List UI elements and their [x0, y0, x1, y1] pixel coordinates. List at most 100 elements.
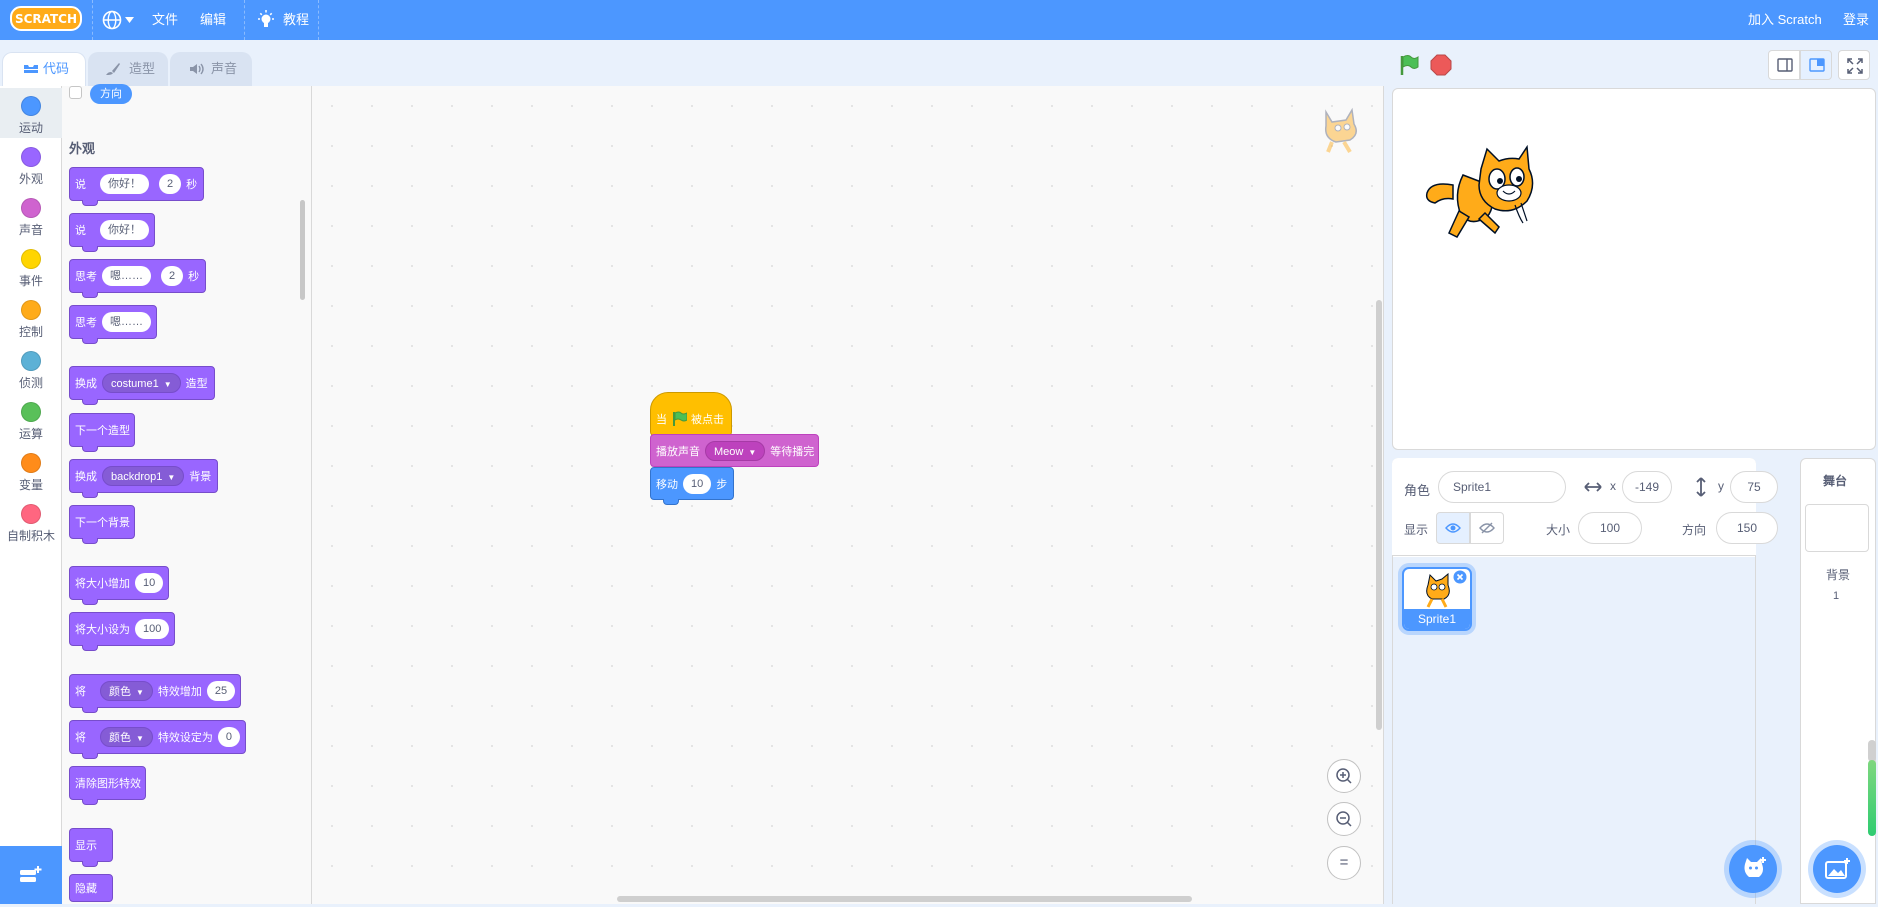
backdrops-count: 1	[1833, 590, 1840, 602]
tutorials-menu[interactable]: 教程	[283, 0, 309, 40]
hat-suffix: 被点击	[691, 414, 724, 426]
tab-sounds[interactable]: 声音	[170, 52, 252, 86]
think-for-secs-block[interactable]: 思考 嗯…… 2 秒	[69, 259, 207, 298]
dropdown-value: Meow	[714, 445, 744, 458]
category-motion[interactable]: 运动	[0, 88, 62, 138]
say-for-secs-block[interactable]: 说 你好！ 2 秒	[69, 167, 205, 206]
hide-sprite-toggle[interactable]	[1470, 512, 1504, 544]
say-text-input[interactable]: 你好！	[100, 220, 149, 240]
tab-costumes[interactable]: 造型	[88, 52, 168, 86]
clear-effects-block[interactable]: 清除图形特效	[69, 766, 146, 805]
category-events[interactable]: 事件	[0, 241, 62, 291]
dropdown-value: backdrop1	[111, 471, 163, 483]
direction-checkbox[interactable]	[69, 86, 82, 99]
when-flag-clicked-block[interactable]: 当 被点击	[650, 392, 732, 436]
y-position-input[interactable]	[1730, 471, 1778, 503]
speaker-icon	[190, 63, 204, 75]
hide-block[interactable]: 隐藏	[69, 874, 113, 902]
size-input[interactable]	[1578, 512, 1642, 544]
play-sound-until-done-block[interactable]: 播放声音 Meow ▼ 等待播完	[650, 434, 820, 467]
vertical-arrows-icon	[1696, 477, 1706, 497]
choose-backdrop-button[interactable]	[1813, 845, 1861, 893]
block-notch	[82, 246, 98, 252]
stage-canvas[interactable]	[1392, 88, 1876, 450]
category-variables[interactable]: 变量	[0, 445, 62, 495]
sprite-name-input[interactable]	[1438, 471, 1566, 503]
switch-costume-block[interactable]: 换成 costume1 ▼ 造型	[69, 366, 215, 405]
block-word: 将	[75, 732, 86, 744]
x-position-input[interactable]	[1622, 471, 1672, 503]
stop-button[interactable]	[1430, 54, 1452, 76]
events-dot	[21, 249, 41, 269]
steps-input[interactable]: 10	[683, 473, 712, 494]
choose-sprite-button[interactable]	[1729, 845, 1777, 893]
say-text-input[interactable]: 你好！	[100, 174, 149, 194]
workspace-horizontal-scrollbar[interactable]	[617, 896, 1192, 902]
category-looks[interactable]: 外观	[0, 139, 62, 189]
block-word: 说	[75, 225, 86, 237]
green-flag-button[interactable]	[1398, 54, 1420, 76]
change-effect-block[interactable]: 将 颜色 ▼ 特效增加 25	[69, 674, 242, 713]
large-stage-icon	[1809, 58, 1825, 72]
show-sprite-toggle[interactable]	[1436, 512, 1470, 544]
zoom-out-button[interactable]	[1327, 802, 1361, 836]
sound-dropdown[interactable]: Meow ▼	[705, 440, 766, 461]
category-my-blocks[interactable]: 自制积木	[0, 496, 62, 546]
delete-sprite-button[interactable]	[1453, 570, 1467, 584]
join-scratch-link[interactable]: 加入 Scratch	[1748, 0, 1822, 40]
scratch-logo[interactable]: SCRATCH	[10, 5, 82, 32]
think-text-input[interactable]: 嗯……	[102, 312, 151, 332]
think-block[interactable]: 思考 嗯……	[69, 305, 157, 344]
file-menu[interactable]: 文件	[152, 0, 178, 40]
scratch-cat-sprite[interactable]	[1423, 145, 1535, 243]
think-text-input[interactable]: 嗯……	[102, 266, 151, 286]
backdrop-thumbnail[interactable]	[1805, 504, 1869, 552]
effect-dropdown[interactable]: 颜色 ▼	[100, 681, 153, 701]
switch-backdrop-block[interactable]: 换成 backdrop1 ▼ 背景	[69, 459, 219, 498]
fullscreen-icon	[1847, 58, 1863, 74]
costume-dropdown[interactable]: costume1 ▼	[102, 373, 181, 393]
script-workspace[interactable]	[312, 86, 1384, 904]
small-stage-button[interactable]	[1768, 50, 1800, 80]
zoom-reset-button[interactable]: =	[1327, 846, 1361, 880]
large-stage-button[interactable]	[1800, 50, 1832, 80]
size-change-input[interactable]: 10	[135, 573, 164, 593]
direction-reporter-block[interactable]: 方向	[90, 84, 132, 104]
looks-dot	[21, 147, 41, 167]
show-block[interactable]: 显示	[69, 828, 113, 867]
set-size-block[interactable]: 将大小设为 100	[69, 612, 176, 651]
effect-change-input[interactable]: 25	[206, 681, 236, 701]
direction-input[interactable]	[1716, 512, 1778, 544]
category-sound[interactable]: 声音	[0, 190, 62, 240]
backdrop-dropdown[interactable]: backdrop1 ▼	[102, 466, 185, 486]
move-steps-block[interactable]: 移动 10 步	[650, 467, 735, 505]
block-notch	[82, 399, 98, 405]
add-extension-icon	[20, 866, 42, 882]
effect-dropdown[interactable]: 颜色 ▼	[100, 727, 153, 747]
category-control[interactable]: 控制	[0, 292, 62, 342]
add-extension-button[interactable]	[0, 846, 62, 904]
tab-code[interactable]: 代码	[2, 52, 86, 87]
effect-set-input[interactable]: 0	[217, 727, 241, 747]
menu-separator	[244, 0, 245, 40]
change-size-block[interactable]: 将大小增加 10	[69, 566, 170, 605]
block-unit: 秒	[188, 271, 200, 283]
category-operators[interactable]: 运算	[0, 394, 62, 444]
set-effect-block[interactable]: 将 颜色 ▼ 特效设定为 0	[69, 720, 247, 759]
next-costume-block[interactable]: 下一个造型	[69, 413, 135, 452]
palette-scrollbar[interactable]	[300, 200, 305, 300]
globe-icon[interactable]	[101, 9, 123, 31]
category-sensing[interactable]: 侦测	[0, 343, 62, 393]
fullscreen-button[interactable]	[1838, 50, 1870, 80]
tab-code-label: 代码	[43, 61, 70, 76]
next-backdrop-block[interactable]: 下一个背景	[69, 505, 135, 544]
say-block[interactable]: 说 你好！	[69, 213, 155, 252]
size-set-input[interactable]: 100	[135, 619, 170, 639]
edit-menu[interactable]: 编辑	[200, 0, 226, 40]
secs-input[interactable]: 2	[161, 266, 184, 286]
sign-in-link[interactable]: 登录	[1843, 0, 1869, 40]
workspace-vertical-scrollbar[interactable]	[1376, 300, 1382, 730]
block-word: 思考	[75, 271, 97, 283]
secs-input[interactable]: 2	[159, 174, 182, 194]
zoom-in-button[interactable]	[1327, 759, 1361, 793]
